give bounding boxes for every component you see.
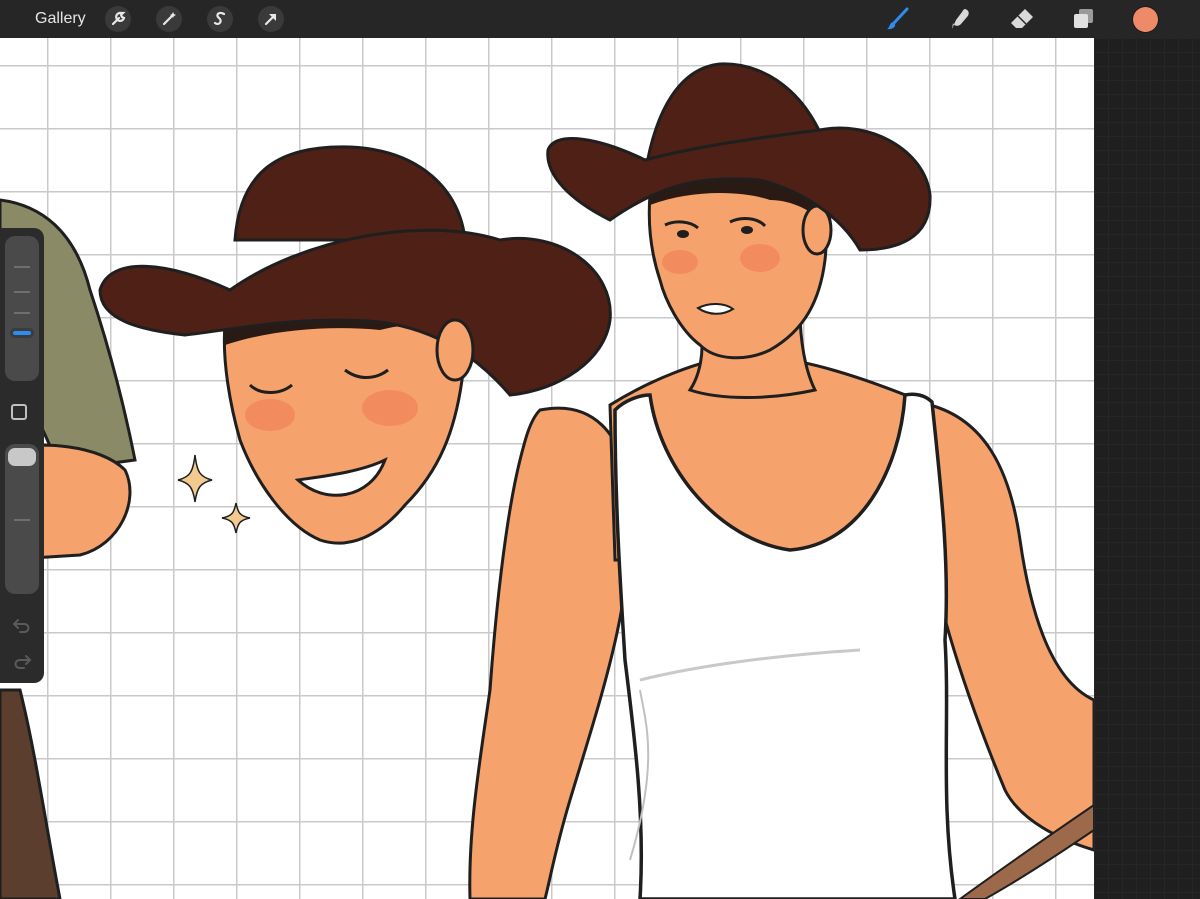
gallery-button[interactable]: Gallery — [35, 10, 86, 28]
selection-s-icon[interactable] — [207, 6, 233, 32]
wrench-icon[interactable] — [105, 6, 131, 32]
canvas-surround-panel — [1094, 38, 1200, 899]
layers-icon[interactable] — [1070, 6, 1098, 32]
opacity-handle[interactable] — [8, 448, 36, 466]
magic-wand-icon[interactable] — [156, 6, 182, 32]
eraser-icon[interactable] — [1008, 6, 1036, 32]
size-slider-tick — [14, 266, 30, 268]
brush-sidebar — [0, 228, 44, 683]
top-toolbar: Gallery — [0, 0, 1200, 38]
brush-icon[interactable] — [884, 6, 912, 32]
middle-head-ear — [435, 318, 475, 382]
sparkle-2 — [221, 502, 251, 534]
size-slider-tick — [14, 291, 30, 293]
arrow-cursor-icon[interactable] — [258, 6, 284, 32]
right-figure-stick — [958, 803, 1094, 899]
redo-icon[interactable] — [10, 652, 34, 677]
color-picker-swatch[interactable] — [1133, 7, 1158, 32]
opacity-slider-tick — [14, 519, 30, 521]
undo-icon[interactable] — [10, 616, 34, 641]
brush-size-handle[interactable] — [10, 328, 34, 338]
smudge-finger-icon[interactable] — [947, 6, 975, 32]
drawing-canvas[interactable] — [0, 38, 1094, 899]
artwork — [0, 62, 1094, 899]
size-slider-tick — [14, 312, 30, 314]
sparkle-1 — [177, 454, 213, 503]
square-icon[interactable] — [11, 404, 27, 420]
middle-hat-crown — [233, 145, 467, 242]
right-figure-left-arm — [468, 406, 632, 899]
right-figure-right-arm — [928, 403, 1094, 852]
brush-opacity-slider[interactable] — [5, 444, 39, 594]
brush-size-slider[interactable] — [5, 236, 39, 381]
left-figure-pants — [0, 688, 62, 899]
